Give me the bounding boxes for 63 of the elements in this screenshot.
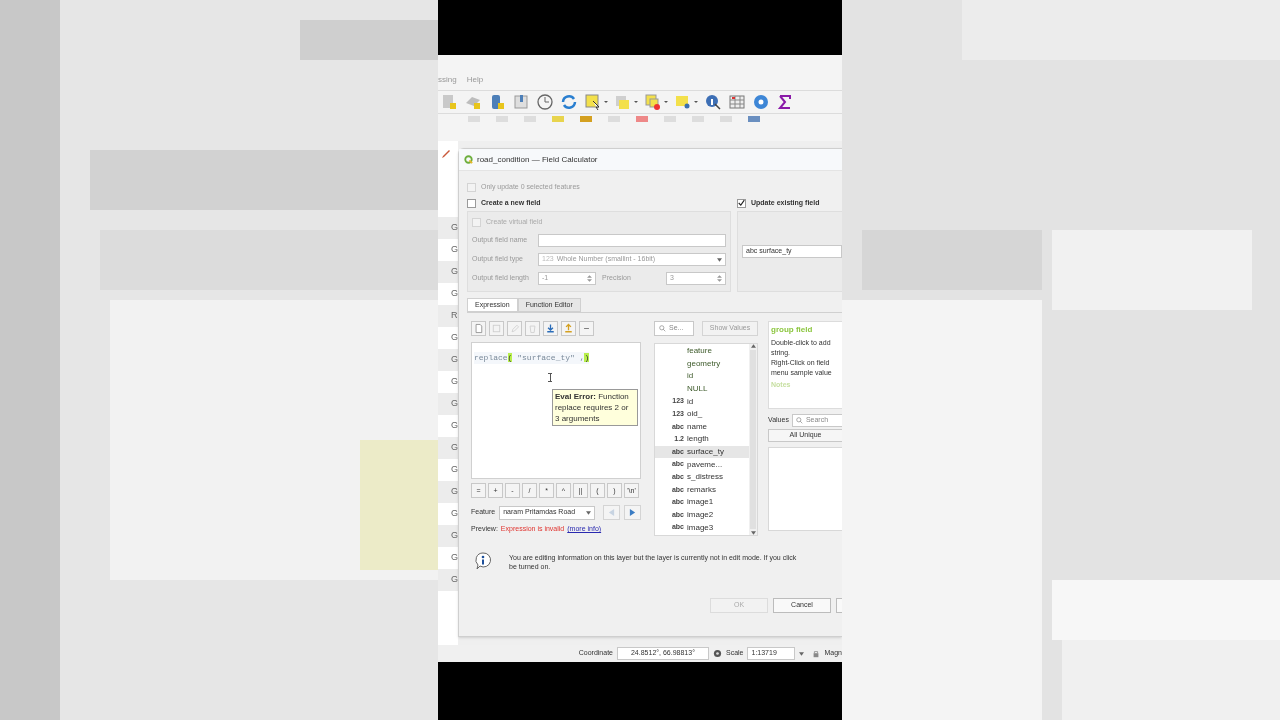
text-cursor-icon	[548, 373, 552, 382]
file-icon[interactable]	[471, 321, 486, 336]
upload-icon[interactable]	[561, 321, 576, 336]
right-arrow-icon	[629, 509, 636, 516]
table-cell: G	[451, 529, 458, 543]
table-cell: G	[451, 243, 458, 257]
tooltip: Eval Error: Function replace requires 2 or 3 arguments	[552, 389, 638, 426]
table-cell: G	[451, 463, 458, 477]
table-cell: G	[451, 419, 458, 433]
scrollbar[interactable]	[749, 344, 757, 535]
next-button[interactable]	[624, 505, 641, 520]
search-icon	[659, 325, 666, 332]
table-cell: G	[451, 551, 458, 565]
list-item[interactable]: feature	[655, 345, 749, 358]
checkbox[interactable]	[737, 198, 746, 208]
table-cell: G	[451, 485, 458, 499]
spin-arrows-icon[interactable]	[717, 275, 722, 282]
new-layer-icon[interactable]	[440, 93, 458, 111]
checkbox[interactable]	[467, 198, 476, 208]
down-arrow-icon[interactable]	[586, 510, 592, 515]
table-cell: G	[451, 573, 458, 587]
table-cell: G	[451, 331, 458, 345]
table-cell: G	[451, 507, 458, 521]
list-item[interactable]: NULL	[655, 382, 749, 396]
sigma-icon[interactable]	[776, 93, 794, 111]
up-arrow-icon[interactable]	[750, 344, 756, 348]
search-icon	[795, 417, 803, 424]
clock-icon[interactable]	[536, 93, 554, 111]
pencil-icon[interactable]	[441, 149, 451, 159]
save-icon[interactable]	[489, 321, 504, 336]
spin-arrows-icon[interactable]	[587, 275, 592, 282]
info-icon	[473, 551, 493, 571]
lock-icon[interactable]	[812, 649, 821, 658]
table-select-icon[interactable]	[614, 93, 638, 111]
list-item[interactable]: id	[655, 370, 749, 383]
down-arrow-icon[interactable]	[717, 257, 722, 262]
list-item[interactable]: geometry	[655, 357, 749, 371]
table-cell: R	[451, 309, 458, 323]
window-title: road_condition — Field Calculator	[477, 153, 598, 166]
left-arrow-icon	[608, 509, 615, 516]
deselect-icon[interactable]	[644, 93, 668, 111]
down-arrow-icon[interactable]	[750, 531, 756, 535]
table-cell: G	[451, 265, 458, 279]
table-cell: G	[451, 375, 458, 389]
values-list[interactable]	[768, 447, 842, 531]
identify-icon[interactable]	[704, 93, 722, 111]
minus-icon[interactable]	[579, 321, 594, 336]
help-title: group field	[771, 325, 814, 335]
app-logo-icon	[464, 155, 473, 164]
input-field[interactable]	[538, 234, 726, 247]
select-icon[interactable]	[584, 93, 608, 111]
down-arrow-icon[interactable]	[799, 651, 805, 656]
dialog-button[interactable]	[836, 598, 842, 613]
table-cell: G	[451, 221, 458, 235]
select-location-icon[interactable]	[674, 93, 698, 111]
table-cell: G	[451, 287, 458, 301]
bookmark-icon[interactable]	[512, 93, 530, 111]
table-cell: G	[451, 441, 458, 455]
refresh-icon[interactable]	[560, 93, 578, 111]
table-cell: G	[451, 353, 458, 367]
table-cell: G	[451, 397, 458, 411]
attribute-table-icon[interactable]	[728, 93, 746, 111]
download-icon[interactable]	[543, 321, 558, 336]
